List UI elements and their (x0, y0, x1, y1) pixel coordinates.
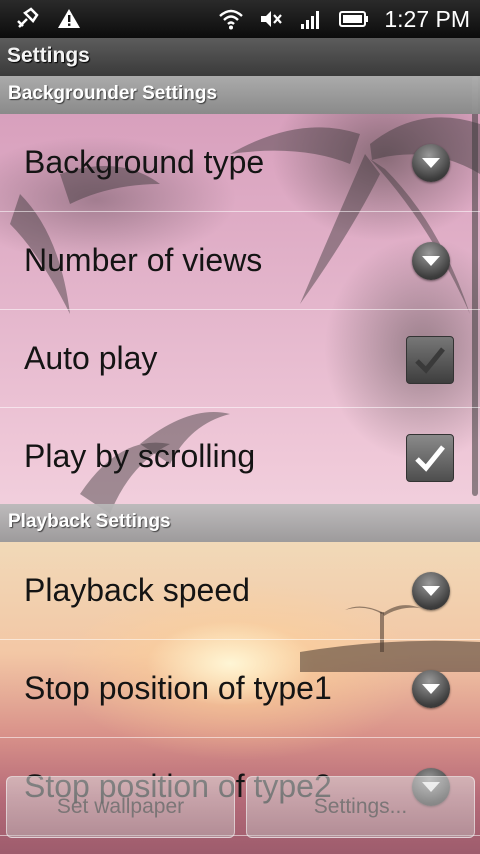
system-icons: 1:27 PM (218, 0, 470, 38)
page-title: Settings (7, 44, 90, 67)
setting-number-of-views[interactable]: Number of views (0, 212, 480, 310)
setting-label: Stop position of type1 (24, 670, 332, 706)
auto-play-checkbox[interactable] (406, 336, 454, 384)
status-clock: 1:27 PM (384, 5, 470, 32)
mute-icon (258, 6, 284, 32)
notification-icons (14, 6, 82, 32)
dropdown-arrow-icon[interactable] (412, 144, 450, 182)
section-header-backgrounder: Backgrounder Settings (0, 76, 480, 114)
settings-button[interactable]: Settings... (246, 776, 475, 838)
settings-list[interactable]: Backgrounder Settings Background type Nu… (0, 76, 480, 854)
dropdown-arrow-icon[interactable] (412, 572, 450, 610)
dropdown-arrow-icon[interactable] (412, 670, 450, 708)
play-by-scrolling-checkbox[interactable] (406, 434, 454, 482)
usb-debug-icon (14, 6, 40, 32)
setting-label: Play by scrolling (24, 438, 256, 474)
warning-icon (56, 6, 82, 32)
setting-play-by-scrolling[interactable]: Play by scrolling (0, 408, 480, 505)
setting-stop-position-type1[interactable]: Stop position of type1 (0, 640, 480, 738)
section-header-playback: Playback Settings (0, 504, 480, 542)
signal-icon (298, 6, 324, 32)
setting-label: Background type (24, 144, 265, 180)
checkmark-icon (415, 445, 445, 472)
setting-label: Number of views (24, 242, 263, 278)
setting-playback-speed[interactable]: Playback speed (0, 542, 480, 640)
status-bar: 1:27 PM (0, 0, 480, 38)
setting-auto-play[interactable]: Auto play (0, 310, 480, 408)
setting-label: Playback speed (24, 572, 250, 608)
dropdown-arrow-icon[interactable] (412, 242, 450, 280)
set-wallpaper-button[interactable]: Set wallpaper (6, 776, 235, 838)
setting-background-type[interactable]: Background type (0, 114, 480, 212)
wifi-icon (218, 6, 244, 32)
setting-label: Auto play (24, 340, 158, 376)
checkmark-icon (415, 347, 445, 374)
battery-icon (338, 6, 370, 32)
title-bar: Settings (0, 38, 480, 76)
